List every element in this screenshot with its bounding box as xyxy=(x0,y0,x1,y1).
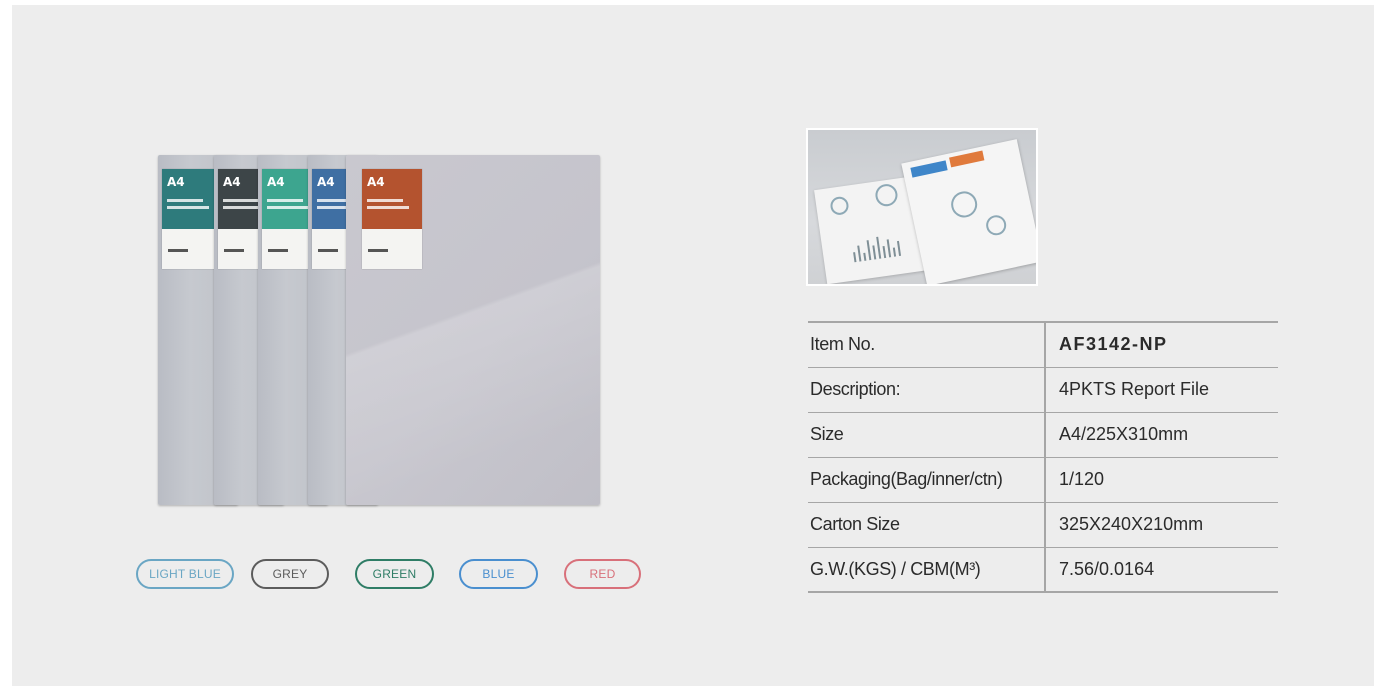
spec-value: 1/120 xyxy=(1044,456,1278,503)
folder-label-card: A4 xyxy=(162,169,216,269)
spec-key: Description: xyxy=(808,366,1045,413)
document-sheet xyxy=(901,139,1036,284)
table-row: Item No. AF3142-NP xyxy=(808,321,1278,368)
color-option-grey[interactable]: GREY xyxy=(251,559,329,589)
table-row: Size A4/225X310mm xyxy=(808,411,1278,458)
spec-table: Item No. AF3142-NP Description: 4PKTS Re… xyxy=(808,321,1278,593)
spec-value: 7.56/0.0164 xyxy=(1044,546,1278,593)
spec-key: Carton Size xyxy=(808,501,1045,548)
spec-key: G.W.(KGS) / CBM(M³) xyxy=(808,546,1045,593)
color-option-blue[interactable]: BLUE xyxy=(459,559,538,589)
color-option-green[interactable]: GREEN xyxy=(355,559,434,589)
spec-value: 325X240X210mm xyxy=(1044,501,1278,548)
spec-key: Size xyxy=(808,411,1045,458)
table-row: G.W.(KGS) / CBM(M³) 7.56/0.0164 xyxy=(808,546,1278,593)
spec-value: A4/225X310mm xyxy=(1044,411,1278,458)
folder-red: A4 xyxy=(346,155,600,505)
spec-key: Item No. xyxy=(808,321,1045,368)
product-photo: A4 A4 A4 A4 A4 xyxy=(158,155,600,510)
color-option-light-blue[interactable]: LIGHT BLUE xyxy=(136,559,234,589)
folder-label-card: A4 xyxy=(362,169,422,269)
spec-value: AF3142-NP xyxy=(1044,321,1278,368)
spec-value: 4PKTS Report File xyxy=(1044,366,1278,413)
spec-key: Packaging(Bag/inner/ctn) xyxy=(808,456,1045,503)
table-row: Carton Size 325X240X210mm xyxy=(808,501,1278,548)
product-detail-thumbnail[interactable] xyxy=(806,128,1038,286)
color-option-red[interactable]: RED xyxy=(564,559,641,589)
table-row: Packaging(Bag/inner/ctn) 1/120 xyxy=(808,456,1278,503)
table-row: Description: 4PKTS Report File xyxy=(808,366,1278,413)
